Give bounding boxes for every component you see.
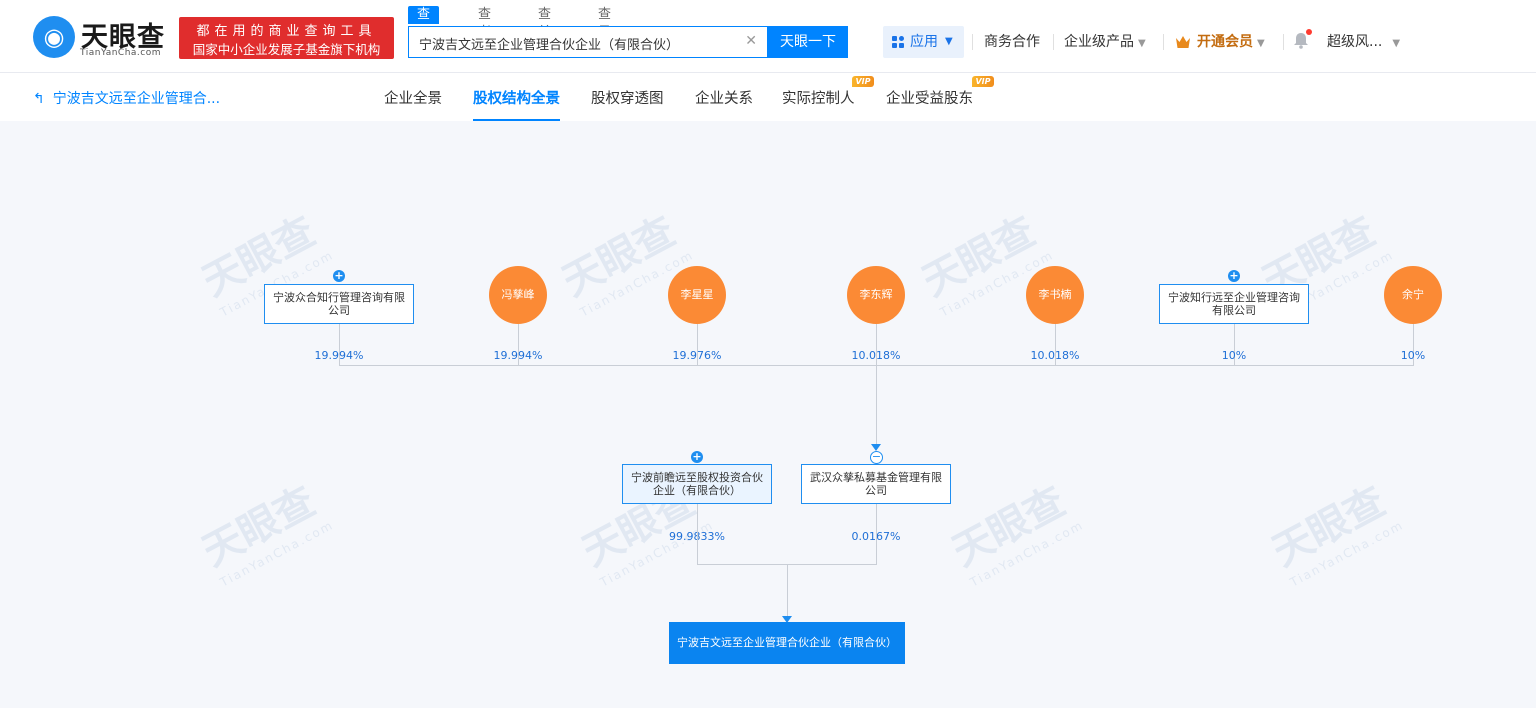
shareholding-percent: 10% (1194, 349, 1274, 362)
equity-graph-canvas[interactable]: 天眼查TianYanCha.com 天眼查TianYanCha.com 天眼查T… (0, 122, 1536, 708)
shareholder-person-node[interactable]: 李东辉 (847, 266, 905, 324)
nav-enterprise-products[interactable]: 企业级产品 ▼ (1064, 26, 1146, 58)
slogan-line1: 都在用的商业查询工具 (179, 20, 394, 39)
watermark: 天眼查TianYanCha.com (1261, 466, 1407, 589)
shareholder-person-node[interactable]: 李书楠 (1026, 266, 1084, 324)
shareholding-percent: 19.976% (657, 349, 737, 362)
target-company-node[interactable]: 宁波吉文远至企业管理合伙企业（有限合伙） (669, 622, 905, 664)
logo-sub-text: TianYanCha.com (80, 48, 161, 58)
slogan-banner[interactable]: 都在用的商业查询工具 国家中小企业发展子基金旗下机构 (179, 17, 394, 59)
search-input[interactable] (417, 27, 741, 59)
apps-label: 应用 (910, 26, 938, 58)
vip-badge: VIP (852, 76, 874, 87)
search-box: ✕ (408, 26, 768, 58)
caret-down-icon: ▼ (1138, 38, 1146, 49)
intermediate-company-node[interactable]: 武汉众孳私募基金管理有限公司 (801, 464, 951, 504)
shareholding-percent: 10% (1373, 349, 1453, 362)
nav-open-vip[interactable]: 开通会员 ▼ (1175, 26, 1265, 58)
shareholding-percent: 19.994% (299, 349, 379, 362)
shareholder-company-node[interactable]: 宁波众合知行管理咨询有限公司 (264, 284, 414, 324)
shareholding-percent: 19.994% (478, 349, 558, 362)
tab-equity-structure[interactable]: 股权结构全景 (473, 87, 560, 121)
company-sub-nav: ↰ 宁波吉文远至企业管理合... 企业全景 股权结构全景 股权穿透图 企业关系 实… (0, 73, 1536, 121)
crown-icon (1175, 35, 1191, 49)
caret-down-icon: ▼ (1257, 38, 1265, 49)
vip-badge: VIP (972, 76, 994, 87)
search-button[interactable]: 天眼一下 (768, 26, 848, 58)
logo-eye-icon: ◉ (33, 16, 75, 58)
expand-node-icon[interactable]: + (1228, 270, 1240, 282)
tianyancha-logo[interactable]: ◉ 天眼查 TianYanCha.com (33, 16, 173, 62)
tab-beneficial-owner[interactable]: 企业受益股东 VIP (886, 87, 973, 121)
tab-actual-controller[interactable]: 实际控制人 VIP (782, 87, 855, 121)
nav-business-cooperation[interactable]: 商务合作 (984, 26, 1040, 58)
intermediate-company-node[interactable]: 宁波前瞻远至股权投资合伙企业（有限合伙） (622, 464, 772, 504)
tab-query-relation[interactable]: 查关系 (529, 6, 560, 24)
expand-node-icon[interactable]: + (691, 451, 703, 463)
notification-bell-icon[interactable] (1293, 32, 1309, 49)
tab-beneficial-owner-label: 企业受益股东 (886, 91, 973, 107)
apps-menu-button[interactable]: 应用 ▼ (883, 26, 964, 58)
top-header: ◉ 天眼查 TianYanCha.com 都在用的商业查询工具 国家中小企业发展… (0, 0, 1536, 73)
nav-enterprise-products-label: 企业级产品 (1064, 34, 1134, 50)
tab-query-company[interactable]: 查公司 (408, 6, 439, 24)
shareholder-person-node[interactable]: 冯孳峰 (489, 266, 547, 324)
nav-open-vip-label: 开通会员 (1197, 34, 1253, 50)
expand-node-icon[interactable]: + (333, 270, 345, 282)
nav-user-account[interactable]: 超级风... ▼ (1327, 26, 1400, 58)
shareholder-person-node[interactable]: 李星星 (668, 266, 726, 324)
tab-company-overview[interactable]: 企业全景 (384, 87, 442, 121)
caret-down-icon: ▼ (1392, 38, 1400, 49)
clear-search-icon[interactable]: ✕ (745, 33, 757, 49)
nav-user-account-label: 超级风... (1327, 34, 1382, 50)
unread-dot (1306, 29, 1312, 35)
tab-query-boss[interactable]: 查老板 (469, 6, 500, 24)
shareholder-person-node[interactable]: 余宁 (1384, 266, 1442, 324)
back-company-name: 宁波吉文远至企业管理合... (53, 91, 220, 107)
tab-equity-penetration[interactable]: 股权穿透图 (591, 87, 664, 121)
tab-actual-controller-label: 实际控制人 (782, 91, 855, 107)
tab-company-relations[interactable]: 企业关系 (695, 87, 753, 121)
back-arrow-icon: ↰ (33, 91, 45, 107)
apps-grid-icon (892, 36, 904, 48)
nav-business-cooperation-label: 商务合作 (984, 34, 1040, 50)
shareholding-percent: 10.018% (836, 349, 916, 362)
collapse-node-icon[interactable]: − (870, 451, 883, 464)
shareholding-percent: 10.018% (1015, 349, 1095, 362)
slogan-line2: 国家中小企业发展子基金旗下机构 (179, 39, 394, 58)
back-to-company-link[interactable]: ↰ 宁波吉文远至企业管理合... (33, 88, 220, 108)
tab-query-risk[interactable]: 查风险 (589, 6, 620, 24)
shareholder-company-node[interactable]: 宁波知行远至企业管理咨询有限公司 (1159, 284, 1309, 324)
watermark: 天眼查TianYanCha.com (941, 466, 1087, 589)
watermark: 天眼查TianYanCha.com (191, 466, 337, 589)
caret-down-icon: ▼ (945, 26, 953, 58)
